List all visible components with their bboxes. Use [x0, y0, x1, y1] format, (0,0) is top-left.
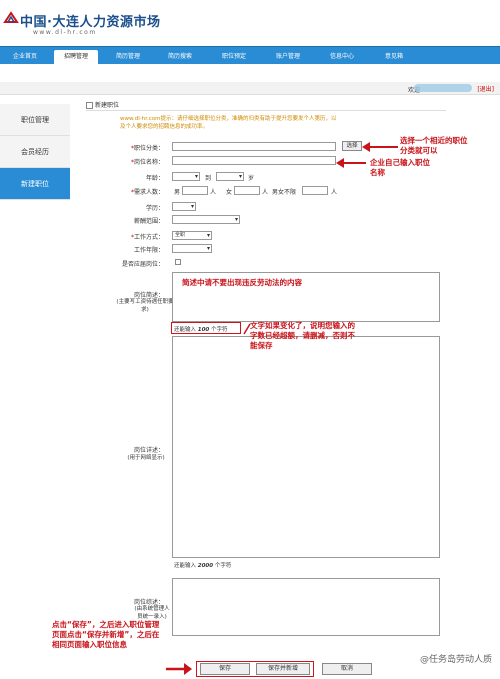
male-count-input[interactable] [182, 186, 208, 195]
salary-label: 薪酬范围： [133, 218, 164, 225]
annotation-job-name: 企业自己输入职位名称 [370, 158, 430, 177]
years-select[interactable] [172, 244, 212, 253]
user-icon [86, 102, 93, 109]
arrow-icon [362, 142, 398, 152]
tip-text: www.dl-hr.com提示：请仔细选择职位分类，准确的归类有助于提升您要发个… [120, 116, 337, 130]
detail-counter: 还能输入 2000 个字符 [174, 563, 232, 569]
headcount-label: *需求人数： [130, 189, 164, 196]
male-text: 男 [174, 189, 181, 196]
category-select-button[interactable]: 选择 [342, 141, 362, 151]
sidebar-item-job-manage[interactable]: 职位管理 [0, 104, 70, 136]
age-label: 年龄： [145, 175, 164, 182]
worktype-select[interactable]: 全职 [172, 231, 212, 240]
detail-hint: (用于网络显示) [127, 455, 165, 461]
female-count-input[interactable] [234, 186, 260, 195]
annotation-category: 选择一个相近的职位分类就可以 [400, 136, 468, 155]
brief-hint: (由系统管理人员统一录入) [134, 606, 170, 620]
fresh-graduate-checkbox[interactable] [175, 259, 181, 265]
counter-highlight [171, 322, 241, 334]
female-text: 女 [226, 189, 233, 196]
any-count-input[interactable] [302, 186, 328, 195]
divider [86, 110, 446, 111]
summary-hint: (主要写工资待遇任职要求) [116, 299, 174, 313]
welcome-bar: 欢迎 [退出] [0, 82, 500, 95]
save-button[interactable]: 保存 [200, 663, 250, 675]
tab-recruit[interactable]: 招聘管理 [54, 50, 98, 65]
person-text-3: 人 [331, 189, 338, 196]
tab-info[interactable]: 信息中心 [320, 50, 364, 64]
age-unit: 岁 [248, 175, 255, 182]
annotation-buttons: 点击“保存”，之后进入职位管理页面点击“保存并新增”，之后在相同页面输入职位信息 [52, 620, 160, 649]
brief-textarea [172, 578, 440, 636]
age-from-select[interactable] [172, 172, 200, 181]
logo-icon [3, 11, 19, 23]
salary-select[interactable] [172, 215, 240, 224]
tab-account[interactable]: 账户管理 [266, 50, 310, 64]
person-text-1: 人 [210, 189, 217, 196]
annotation-summary: 简述中请不要出现违反劳动法的内容 [182, 278, 302, 287]
sidebar-item-member[interactable]: 会员经历 [0, 136, 70, 168]
site-title: 中国·大连人力资源市场 [20, 15, 161, 30]
person-text-2: 人 [262, 189, 269, 196]
arrow-icon [166, 663, 192, 675]
name-label: *岗位名称： [130, 159, 164, 166]
age-to-select[interactable] [216, 172, 244, 181]
sidebar: 职位管理 会员经历 新建职位 [0, 104, 70, 200]
site-url: www.dl-hr.com [33, 29, 97, 36]
tab-home[interactable]: 企业首页 [4, 50, 46, 64]
tab-resume-search[interactable]: 简历搜索 [158, 50, 202, 64]
fresh-graduate-label: 是否应届岗位： [121, 261, 164, 268]
site-header: 中国·大连人力资源市场 www.dl-hr.com [0, 0, 500, 46]
tab-job-reserve[interactable]: 职位预定 [212, 50, 256, 64]
years-label: 工作年限： [133, 247, 164, 254]
category-input[interactable] [172, 142, 336, 151]
education-label: 学历： [145, 205, 164, 212]
cancel-button[interactable]: 取消 [322, 663, 372, 675]
sidebar-item-new-job[interactable]: 新建职位 [0, 168, 70, 200]
watermark: @任务岛劳动人质 [419, 655, 492, 665]
tab-resume-manage[interactable]: 简历管理 [106, 50, 150, 64]
panel-title: 新建职位 [86, 100, 119, 109]
category-label: *职位分类： [130, 145, 164, 152]
detail-textarea[interactable] [172, 336, 440, 558]
tab-feedback[interactable]: 意见箱 [372, 50, 416, 64]
save-and-new-button[interactable]: 保存并新增 [256, 663, 310, 675]
arrow-icon [336, 158, 366, 168]
any-gender-text: 男女不限 [272, 189, 297, 196]
job-name-input[interactable] [172, 156, 336, 165]
education-select[interactable] [172, 202, 196, 211]
logout-link[interactable]: [退出] [477, 84, 494, 93]
annotation-counter: 文字如果变化了，说明您输入的字数已经超额，请删减，否则不能保存 [250, 321, 355, 350]
age-to-text: 到 [205, 175, 212, 182]
main-nav: 企业首页 招聘管理 简历管理 简历搜索 职位预定 账户管理 信息中心 意见箱 [0, 46, 500, 65]
username-blurred [414, 84, 472, 92]
worktype-label: *工作方式： [130, 234, 164, 241]
